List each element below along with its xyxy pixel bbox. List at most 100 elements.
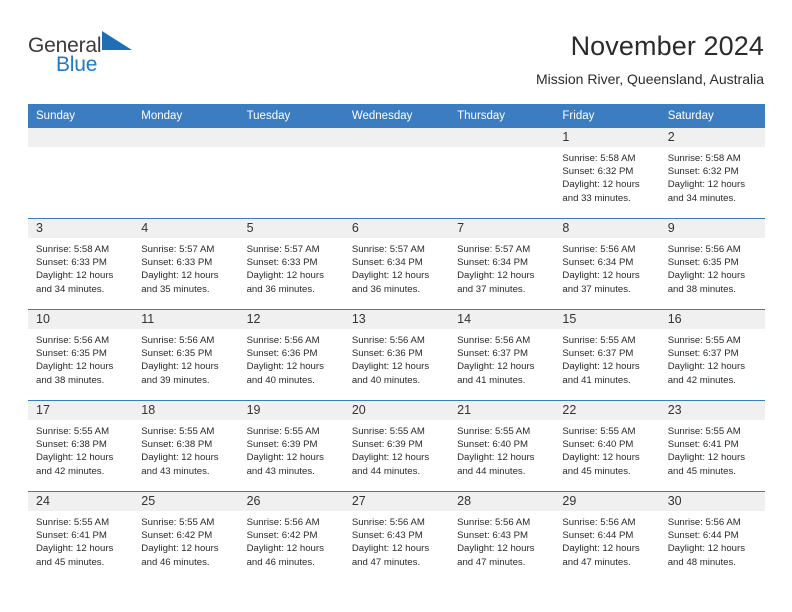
day-number bbox=[449, 128, 555, 147]
calendar-day-cell[interactable]: 29 Sunrise: 5:56 AM Sunset: 6:44 PM Dayligh… bbox=[554, 491, 660, 582]
daylight-text-line1: Daylight: 12 hours bbox=[351, 361, 430, 373]
calendar-day-cell[interactable]: 3 Sunrise: 5:58 AM Sunset: 6:33 PM Daylight… bbox=[28, 218, 134, 310]
page-title: November 2024 bbox=[570, 31, 764, 61]
daylight-text-line2: and 48 minutes. bbox=[667, 556, 736, 568]
calendar-day-cell[interactable]: 24 Sunrise: 5:55 AM Sunset: 6:41 PM Dayligh… bbox=[28, 491, 134, 582]
sunrise-text: Sunrise: 5:56 AM bbox=[562, 244, 636, 255]
daylight-text-line2: and 38 minutes. bbox=[667, 283, 736, 295]
calendar-day-cell[interactable]: 1 Sunrise: 5:58 AM Sunset: 6:32 PM Daylight… bbox=[554, 128, 660, 219]
daylight-text-line2: and 46 minutes. bbox=[246, 556, 315, 568]
day-number: 16 bbox=[659, 310, 765, 329]
day-number: 22 bbox=[554, 401, 660, 420]
sunrise-text: Sunrise: 5:56 AM bbox=[457, 335, 531, 346]
daylight-text-line1: Daylight: 12 hours bbox=[36, 543, 114, 555]
daylight-text-line1: Daylight: 12 hours bbox=[246, 452, 324, 464]
calendar-table: Sunday Monday Tuesday Wednesday Thursday… bbox=[28, 104, 765, 582]
calendar-day-cell[interactable]: 30 Sunrise: 5:56 AM Sunset: 6:44 PM Dayligh… bbox=[659, 491, 765, 582]
daylight-text-line2: and 44 minutes. bbox=[457, 465, 526, 477]
daylight-text-line1: Daylight: 12 hours bbox=[457, 543, 535, 555]
calendar-day-cell[interactable]: 28 Sunrise: 5:56 AM Sunset: 6:43 PM Dayligh… bbox=[449, 491, 555, 582]
day-number: 5 bbox=[238, 219, 344, 238]
calendar-day-cell[interactable]: 10 Sunrise: 5:56 AM Sunset: 6:35 PM Dayligh… bbox=[28, 309, 134, 401]
day-number: 30 bbox=[659, 492, 765, 511]
day-number: 18 bbox=[133, 401, 239, 420]
daylight-text-line1: Daylight: 12 hours bbox=[141, 361, 219, 373]
day-number: 3 bbox=[28, 219, 134, 238]
calendar-day-cell[interactable]: 8 Sunrise: 5:56 AM Sunset: 6:34 PM Daylight… bbox=[554, 218, 660, 310]
daylight-text-line1: Daylight: 12 hours bbox=[246, 270, 324, 282]
calendar-day-cell[interactable]: 13 Sunrise: 5:56 AM Sunset: 6:36 PM Dayligh… bbox=[343, 309, 450, 401]
day-details: Sunrise: 5:58 AM Sunset: 6:32 PM Daylight:… bbox=[660, 147, 765, 205]
calendar-day-cell[interactable]: 26 Sunrise: 5:56 AM Sunset: 6:42 PM Dayligh… bbox=[238, 491, 344, 582]
calendar-day-cell[interactable]: 25 Sunrise: 5:55 AM Sunset: 6:42 PM Dayligh… bbox=[133, 491, 239, 582]
daylight-text-line2: and 45 minutes. bbox=[667, 465, 736, 477]
calendar-week-row: 24 Sunrise: 5:55 AM Sunset: 6:41 PM Dayligh… bbox=[28, 491, 765, 582]
daylight-text-line2: and 35 minutes. bbox=[141, 283, 210, 295]
sunset-text: Sunset: 6:44 PM bbox=[667, 530, 739, 542]
daylight-text-line2: and 36 minutes. bbox=[351, 283, 421, 295]
calendar-day-cell[interactable]: 12 Sunrise: 5:56 AM Sunset: 6:36 PM Dayligh… bbox=[238, 309, 344, 401]
calendar-week-row: 3 Sunrise: 5:58 AM Sunset: 6:33 PM Daylight… bbox=[28, 218, 765, 310]
daylight-text-line2: and 40 minutes. bbox=[246, 374, 315, 386]
calendar-day-cell[interactable]: 27 Sunrise: 5:56 AM Sunset: 6:43 PM Dayligh… bbox=[343, 491, 450, 582]
calendar-day-cell[interactable]: 11 Sunrise: 5:56 AM Sunset: 6:35 PM Dayligh… bbox=[133, 309, 239, 401]
daylight-text-line1: Daylight: 12 hours bbox=[562, 452, 640, 464]
calendar-day-cell[interactable]: 19 Sunrise: 5:55 AM Sunset: 6:39 PM Dayligh… bbox=[238, 400, 344, 492]
sunrise-text: Sunrise: 5:56 AM bbox=[351, 335, 425, 346]
general-blue-logo[interactable]: General Blue bbox=[28, 30, 133, 75]
calendar-day-cell[interactable]: 6 Sunrise: 5:57 AM Sunset: 6:34 PM Daylight… bbox=[343, 218, 450, 310]
calendar-day-cell[interactable]: 9 Sunrise: 5:56 AM Sunset: 6:35 PM Daylight… bbox=[659, 218, 765, 310]
sunset-text: Sunset: 6:38 PM bbox=[141, 439, 213, 451]
day-details: Sunrise: 5:58 AM Sunset: 6:32 PM Daylight:… bbox=[554, 147, 659, 205]
sunset-text: Sunset: 6:39 PM bbox=[246, 439, 318, 451]
daylight-text-line2: and 34 minutes. bbox=[36, 283, 105, 295]
sunset-text: Sunset: 6:34 PM bbox=[351, 257, 423, 269]
weekday-header-wednesday: Wednesday bbox=[343, 104, 450, 128]
sunrise-text: Sunrise: 5:57 AM bbox=[457, 244, 531, 255]
daylight-text-line2: and 36 minutes. bbox=[246, 283, 315, 295]
day-details: Sunrise: 5:57 AM Sunset: 6:33 PM Daylight:… bbox=[239, 238, 344, 296]
calendar-day-cell-empty bbox=[238, 128, 344, 219]
sunrise-text: Sunrise: 5:55 AM bbox=[667, 335, 741, 346]
daylight-text-line2: and 47 minutes. bbox=[351, 556, 421, 568]
sunrise-text: Sunrise: 5:57 AM bbox=[246, 244, 320, 255]
sunrise-text: Sunrise: 5:57 AM bbox=[351, 244, 425, 255]
calendar-day-cell[interactable]: 14 Sunrise: 5:56 AM Sunset: 6:37 PM Dayligh… bbox=[449, 309, 555, 401]
day-number: 20 bbox=[343, 401, 450, 420]
calendar-day-cell[interactable]: 17 Sunrise: 5:55 AM Sunset: 6:38 PM Dayligh… bbox=[28, 400, 134, 492]
day-details: Sunrise: 5:55 AM Sunset: 6:37 PM Daylight:… bbox=[554, 329, 659, 387]
day-number: 9 bbox=[659, 219, 765, 238]
calendar-day-cell[interactable]: 5 Sunrise: 5:57 AM Sunset: 6:33 PM Daylight… bbox=[238, 218, 344, 310]
sunset-text: Sunset: 6:40 PM bbox=[562, 439, 634, 451]
daylight-text-line1: Daylight: 12 hours bbox=[667, 452, 746, 464]
sunset-text: Sunset: 6:37 PM bbox=[457, 348, 529, 360]
daylight-text-line2: and 38 minutes. bbox=[36, 374, 105, 386]
calendar-day-cell[interactable]: 23 Sunrise: 5:55 AM Sunset: 6:41 PM Dayligh… bbox=[659, 400, 765, 492]
day-details: Sunrise: 5:56 AM Sunset: 6:36 PM Daylight:… bbox=[344, 329, 449, 387]
daylight-text-line1: Daylight: 12 hours bbox=[141, 270, 219, 282]
calendar-day-cell[interactable]: 22 Sunrise: 5:55 AM Sunset: 6:40 PM Dayligh… bbox=[554, 400, 660, 492]
sunrise-text: Sunrise: 5:55 AM bbox=[667, 426, 741, 437]
calendar-day-cell[interactable]: 16 Sunrise: 5:55 AM Sunset: 6:37 PM Dayligh… bbox=[659, 309, 765, 401]
sunrise-text: Sunrise: 5:58 AM bbox=[667, 153, 741, 164]
sunset-text: Sunset: 6:36 PM bbox=[351, 348, 423, 360]
calendar-day-cell[interactable]: 7 Sunrise: 5:57 AM Sunset: 6:34 PM Daylight… bbox=[449, 218, 555, 310]
calendar-day-cell[interactable]: 18 Sunrise: 5:55 AM Sunset: 6:38 PM Dayligh… bbox=[133, 400, 239, 492]
sunset-text: Sunset: 6:42 PM bbox=[246, 530, 318, 542]
day-number: 29 bbox=[554, 492, 660, 511]
calendar-day-cell[interactable]: 21 Sunrise: 5:55 AM Sunset: 6:40 PM Dayligh… bbox=[449, 400, 555, 492]
sunset-text: Sunset: 6:35 PM bbox=[141, 348, 213, 360]
calendar-day-cell[interactable]: 20 Sunrise: 5:55 AM Sunset: 6:39 PM Dayligh… bbox=[343, 400, 450, 492]
day-details: Sunrise: 5:56 AM Sunset: 6:35 PM Daylight:… bbox=[28, 329, 133, 387]
daylight-text-line1: Daylight: 12 hours bbox=[667, 361, 746, 373]
day-details: Sunrise: 5:56 AM Sunset: 6:37 PM Daylight:… bbox=[449, 329, 554, 387]
daylight-text-line1: Daylight: 12 hours bbox=[457, 361, 535, 373]
calendar-day-cell[interactable]: 15 Sunrise: 5:55 AM Sunset: 6:37 PM Dayligh… bbox=[554, 309, 660, 401]
sunrise-text: Sunrise: 5:57 AM bbox=[141, 244, 215, 255]
sunrise-text: Sunrise: 5:56 AM bbox=[141, 335, 215, 346]
calendar-day-cell[interactable]: 2 Sunrise: 5:58 AM Sunset: 6:32 PM Daylight… bbox=[659, 128, 765, 219]
daylight-text-line1: Daylight: 12 hours bbox=[667, 543, 746, 555]
calendar-week-row: 1 Sunrise: 5:58 AM Sunset: 6:32 PM Daylight… bbox=[28, 128, 765, 219]
daylight-text-line1: Daylight: 12 hours bbox=[667, 179, 746, 191]
calendar-day-cell[interactable]: 4 Sunrise: 5:57 AM Sunset: 6:33 PM Daylight… bbox=[133, 218, 239, 310]
